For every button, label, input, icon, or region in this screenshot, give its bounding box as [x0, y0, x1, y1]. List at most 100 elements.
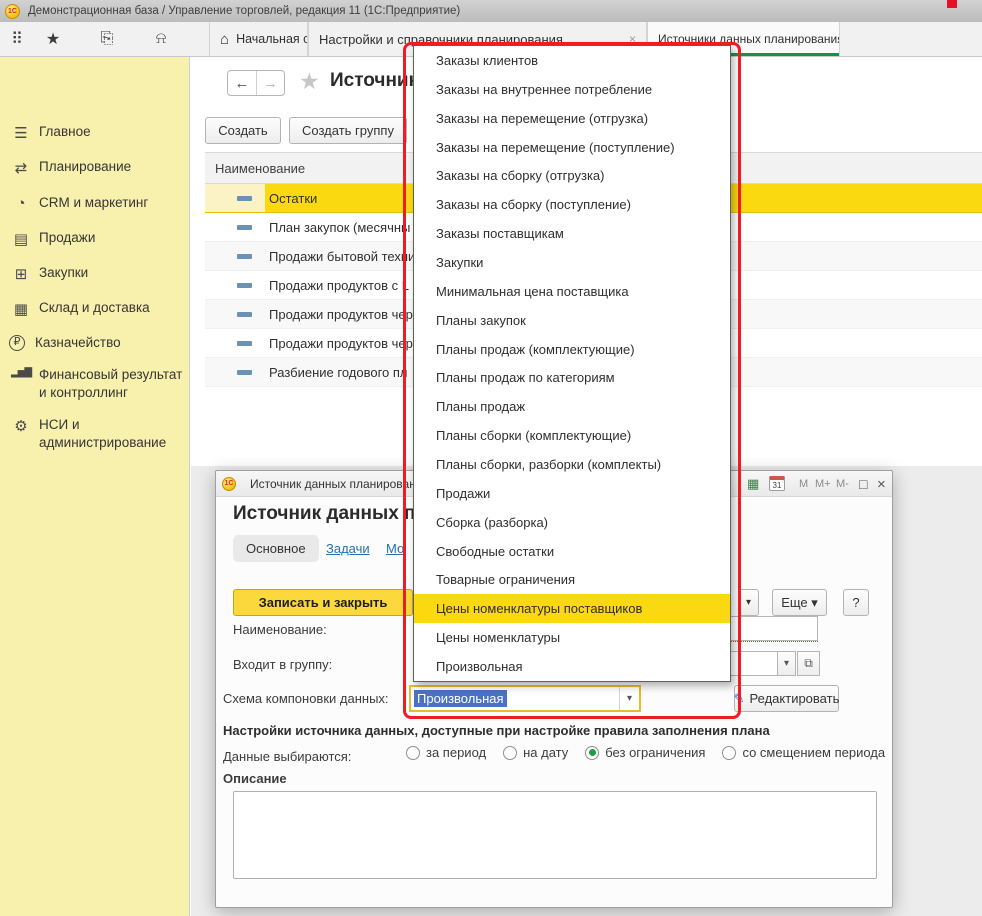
dropdown-item[interactable]: Заказы на сборку (отгрузка) [414, 161, 730, 190]
memory-icon[interactable]: M [799, 474, 808, 494]
sidebar-item-warehouse[interactable]: ▦ Склад и доставка [0, 299, 190, 318]
warehouse-grid-icon: ▦ [9, 300, 33, 318]
dropdown-item[interactable]: Закупки [414, 248, 730, 277]
group-open-icon[interactable]: ⧉ [797, 651, 820, 676]
dropdown-item[interactable]: Планы продаж по категориям [414, 363, 730, 392]
more-button[interactable]: Еще ▾ [772, 589, 827, 616]
dialog-title: Источник данных планировани [250, 477, 423, 491]
row-label: Продажи продуктов чер [269, 336, 413, 351]
item-dash-icon [237, 283, 252, 288]
dropdown-item[interactable]: Планы сборки, разборки (комплекты) [414, 450, 730, 479]
edit-schema-button[interactable]: ✎ Редактировать [734, 685, 839, 712]
sidebar-item-label: Закупки [39, 264, 185, 282]
service-menu-icon[interactable]: ⠿ [2, 22, 32, 56]
dropdown-item[interactable]: Планы продаж (комплектующие) [414, 335, 730, 364]
sidebar-item-label: Главное [39, 123, 185, 141]
radio-bez-ogranicheniya[interactable]: без ограничения [585, 745, 705, 760]
forward-button[interactable]: → [256, 71, 284, 95]
group-select-arrow[interactable]: ▾ [777, 651, 796, 676]
dropdown-item[interactable]: Произвольная [414, 652, 730, 681]
navigation-buttons: ← → [227, 70, 285, 96]
memory-plus-icon[interactable]: M+ [815, 474, 831, 494]
dropdown-item[interactable]: Заказы на сборку (поступление) [414, 190, 730, 219]
radio-na-datu[interactable]: на дату [503, 745, 568, 760]
dropdown-item[interactable]: Продажи [414, 479, 730, 508]
help-button[interactable]: ? [843, 589, 869, 616]
edit-wand-icon: ✎ [734, 691, 745, 707]
application-window: 1С Демонстрационная база / Управление то… [0, 0, 982, 916]
description-textarea[interactable] [233, 791, 877, 879]
dropdown-item[interactable]: Товарные ограничения [414, 565, 730, 594]
item-dash-icon [237, 196, 252, 201]
item-dash-icon [237, 254, 252, 259]
create-group-button[interactable]: Создать группу [289, 117, 407, 144]
maximize-icon[interactable]: □ [859, 474, 867, 494]
notifications-icon[interactable]: ⍾ [146, 22, 176, 56]
history-icon[interactable]: ⎘ [92, 22, 122, 56]
data-select-label: Данные выбираются: [223, 749, 351, 764]
save-and-close-button[interactable]: Записать и закрыть [233, 589, 413, 616]
description-label: Описание [223, 771, 287, 786]
tab-planning-label: Источники данных планирования [658, 32, 840, 46]
dropdown-item[interactable]: Цены номенклатуры [414, 623, 730, 652]
schema-select-arrow[interactable]: ▾ [619, 687, 639, 710]
sidebar-item-label: Продажи [39, 229, 185, 247]
schema-combobox[interactable]: Произвольная ▾ [409, 685, 641, 712]
name-field-label: Наименование: [233, 622, 327, 637]
radio-circle [503, 746, 517, 760]
sidebar-item-financial-result[interactable]: ▂▅▇ Финансовый результат и контроллинг [0, 366, 190, 402]
dialog-tab-my[interactable]: Мо [386, 541, 404, 556]
schema-selected-value: Произвольная [414, 690, 507, 707]
tab-home[interactable]: ⌂ Начальная страница [209, 22, 308, 56]
sidebar-item-crm[interactable]: ◔ CRM и маркетинг [0, 194, 190, 212]
sidebar-item-planning[interactable]: ⇄ Планирование [0, 158, 190, 177]
create-button[interactable]: Создать [205, 117, 281, 144]
briefcase-icon: ▤ [9, 230, 33, 248]
radio-za-period[interactable]: за период [406, 745, 486, 760]
row-label: Продажи бытовой техни [269, 249, 415, 264]
dialog-tab-tasks[interactable]: Задачи [326, 541, 370, 556]
app-logo-1c: 1С [5, 4, 20, 19]
schema-dropdown-list: Заказы клиентов Заказы на внутреннее пот… [413, 45, 731, 682]
favorite-star-icon[interactable]: ★ [299, 68, 320, 95]
sidebar-item-sales[interactable]: ▤ Продажи [0, 229, 190, 248]
radio-so-smescheniem[interactable]: со смещением периода [722, 745, 885, 760]
sidebar-item-main[interactable]: ☰ Главное [0, 123, 190, 142]
sidebar-item-purchases[interactable]: ⊞ Закупки [0, 264, 190, 283]
close-icon[interactable]: × [877, 474, 886, 494]
dropdown-item[interactable]: Планы закупок [414, 306, 730, 335]
favorites-icon[interactable]: ★ [38, 22, 68, 56]
radio-circle-selected [585, 746, 599, 760]
dropdown-item-highlighted[interactable]: Цены номенклатуры поставщиков [414, 594, 730, 623]
dropdown-item[interactable]: Планы сборки (комплектующие) [414, 421, 730, 450]
row-label: Продажи продуктов с L [269, 278, 409, 293]
back-button[interactable]: ← [228, 71, 256, 95]
dialog-tab-main[interactable]: Основное [233, 535, 319, 562]
sidebar-item-treasury[interactable]: ₽ Казначейство [0, 334, 190, 352]
data-source-settings-title: Настройки источника данных, доступные пр… [223, 723, 873, 738]
radio-label: без ограничения [605, 745, 705, 760]
item-dash-icon [237, 225, 252, 230]
memory-minus-icon[interactable]: M- [836, 474, 849, 494]
recording-indicator [947, 0, 957, 8]
dropdown-item[interactable]: Заказы поставщикам [414, 219, 730, 248]
ruble-icon: ₽ [9, 335, 25, 351]
dropdown-item[interactable]: Заказы на перемещение (отгрузка) [414, 104, 730, 133]
dropdown-item[interactable]: Сборка (разборка) [414, 508, 730, 537]
row-label: Остатки [269, 191, 317, 206]
sidebar-item-nsi-administration[interactable]: ⚙ НСИ и администрирование [0, 416, 190, 452]
tab-close-icon[interactable]: × [621, 32, 636, 46]
item-dash-icon [237, 312, 252, 317]
dropdown-item[interactable]: Заказы на перемещение (поступление) [414, 133, 730, 162]
radio-circle [722, 746, 736, 760]
planning-icon: ⇄ [9, 159, 33, 177]
dropdown-item[interactable]: Планы продаж [414, 392, 730, 421]
tab-home-label: Начальная страница [236, 32, 308, 46]
split-dropdown-button[interactable]: ▾ [738, 589, 759, 616]
dropdown-item[interactable]: Свободные остатки [414, 537, 730, 566]
calendar-icon[interactable]: 31 [769, 476, 785, 491]
dropdown-item[interactable]: Минимальная цена поставщика [414, 277, 730, 306]
dcs-grid-icon[interactable]: ▦ [747, 474, 759, 494]
dropdown-item[interactable]: Заказы на внутреннее потребление [414, 75, 730, 104]
dropdown-item[interactable]: Заказы клиентов [414, 46, 730, 75]
